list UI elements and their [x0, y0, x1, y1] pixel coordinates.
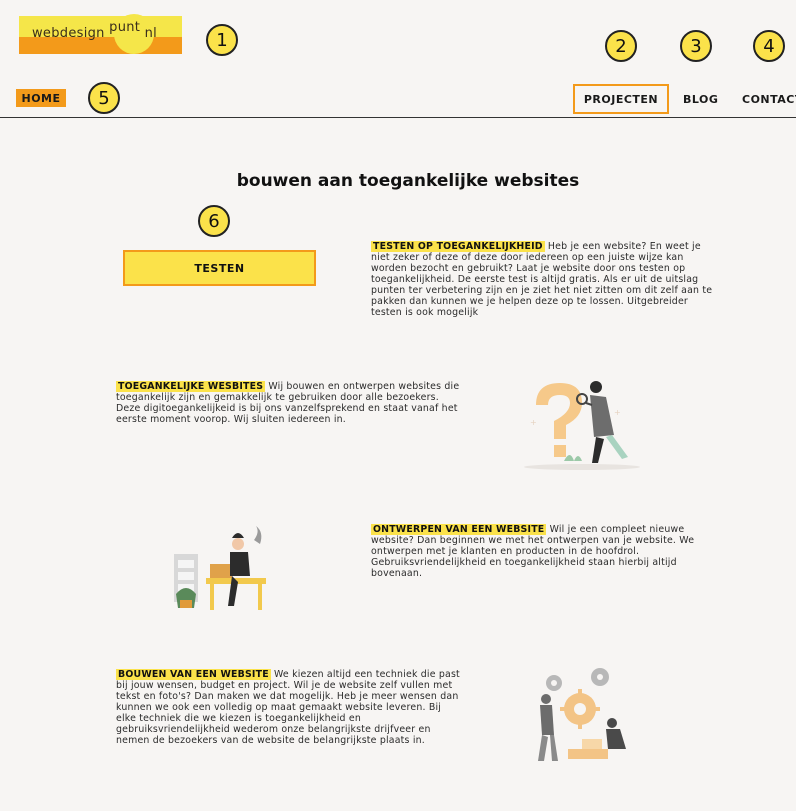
- question-person-illustration: + +: [524, 381, 640, 470]
- svg-text:+: +: [614, 408, 621, 417]
- section-text: We kiezen altijd een techniek die past b…: [116, 669, 460, 746]
- section-bouwen: BOUWEN VAN EEN WEBSITE We kiezen altijd …: [116, 669, 464, 746]
- nav-projecten-label: PROJECTEN: [583, 92, 659, 106]
- section-text: Heb je een website? En weet je niet zeke…: [371, 241, 713, 318]
- callout-1: 1: [206, 24, 238, 56]
- section-heading: ONTWERPEN VAN EEN WEBSITE: [371, 524, 547, 535]
- section-ontwerpen: ONTWERPEN VAN EEN WEBSITE Wil je een com…: [371, 524, 719, 579]
- callout-6: 6: [198, 205, 230, 237]
- callout-3: 3: [680, 30, 712, 62]
- section-toegankelijke-websites: TOEGANKELIJKE WESBITES Wij bouwen en ont…: [116, 381, 464, 425]
- logo-text-webdesign: webdesign: [32, 26, 105, 41]
- page-title: bouwen aan toegankelijke websites: [236, 171, 580, 191]
- nav-blog[interactable]: BLOG: [683, 93, 718, 106]
- testen-button[interactable]: TESTEN: [123, 250, 316, 286]
- callout-5: 5: [88, 82, 120, 114]
- section-heading: BOUWEN VAN EEN WEBSITE: [116, 669, 271, 680]
- svg-text:+: +: [530, 418, 537, 427]
- desk-worker-illustration: [174, 526, 266, 610]
- gears-workers-illustration: [538, 668, 626, 761]
- nav-home[interactable]: HOME: [16, 89, 66, 107]
- nav-contact[interactable]: CONTACT: [742, 93, 796, 106]
- callout-2: 2: [605, 30, 637, 62]
- callout-4: 4: [753, 30, 785, 62]
- section-heading: TESTEN OP TOEGANKELIJKHEID: [371, 241, 545, 252]
- nav-projecten[interactable]: PROJECTEN: [573, 84, 669, 114]
- logo-text-nl: nl: [144, 26, 158, 41]
- site-logo[interactable]: webdesign punt nl: [19, 14, 182, 54]
- section-testen: TESTEN OP TOEGANKELIJKHEID Heb je een we…: [371, 241, 719, 318]
- section-heading: TOEGANKELIJKE WESBITES: [116, 381, 266, 392]
- logo-text-punt: punt: [109, 20, 141, 35]
- header-divider: [0, 117, 796, 118]
- logo-text: webdesign punt nl: [32, 20, 158, 41]
